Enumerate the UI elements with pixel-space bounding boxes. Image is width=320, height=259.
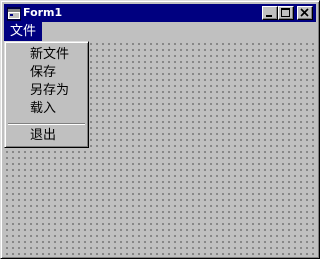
menu-file[interactable]: 文件 — [4, 22, 42, 41]
close-button[interactable] — [297, 6, 313, 20]
close-icon — [300, 8, 309, 17]
form-window: Form1 文件 新文件 保存 另存为 载入 退出 — [0, 0, 320, 259]
menu-item-load[interactable]: 载入 — [7, 100, 86, 118]
form-window-icon[interactable] — [6, 6, 22, 21]
minimize-button[interactable] — [262, 6, 278, 20]
menu-item-save[interactable]: 保存 — [7, 64, 86, 82]
minimize-icon — [266, 15, 272, 17]
maximize-icon — [281, 8, 290, 17]
menu-item-new-file[interactable]: 新文件 — [7, 46, 86, 64]
menu-separator — [8, 123, 85, 125]
menu-item-save-as[interactable]: 另存为 — [7, 82, 86, 100]
menu-item-exit[interactable]: 退出 — [7, 127, 86, 145]
menu-bar: 文件 — [4, 22, 316, 41]
file-menu-dropdown: 新文件 保存 另存为 载入 退出 — [4, 41, 89, 148]
maximize-button[interactable] — [278, 6, 294, 20]
title-bar[interactable]: Form1 — [4, 4, 316, 22]
window-title: Form1 — [23, 6, 63, 19]
